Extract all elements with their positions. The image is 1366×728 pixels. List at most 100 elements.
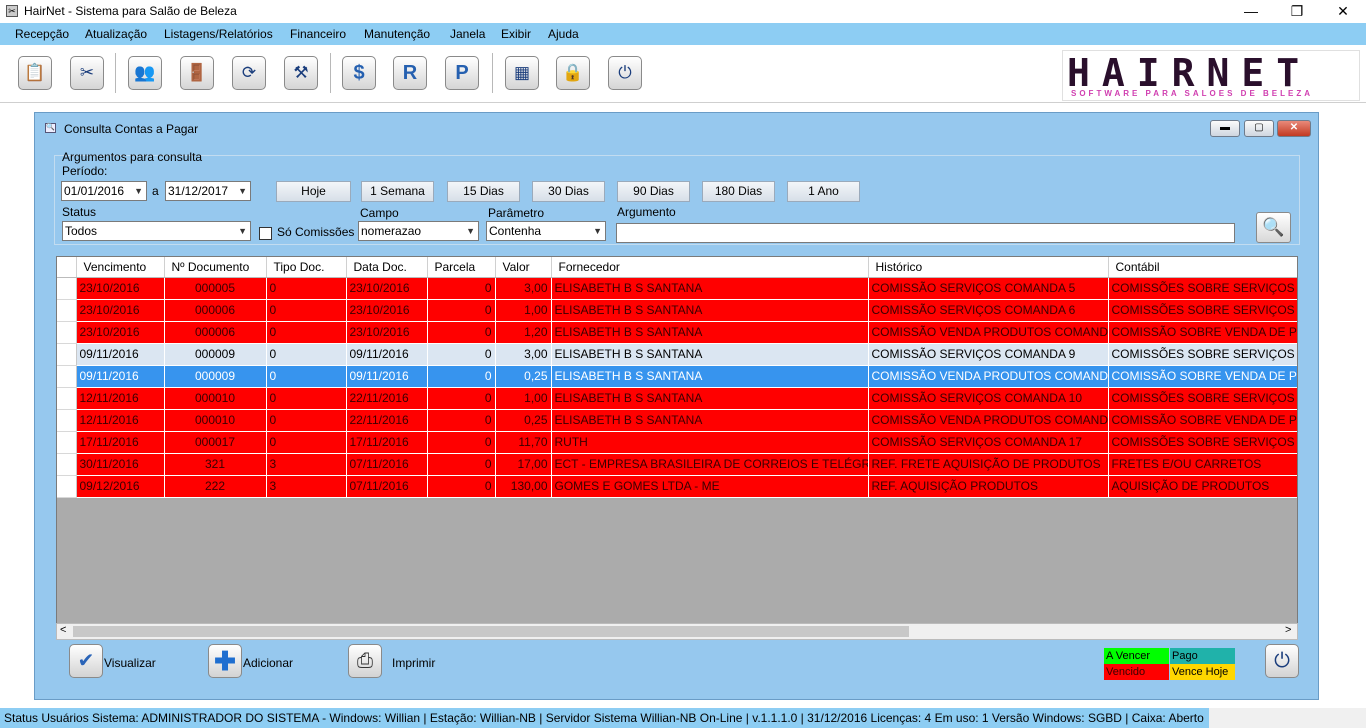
row-indicator[interactable] xyxy=(57,365,77,388)
date-from-picker[interactable]: 01/01/2016 ▼ xyxy=(61,181,147,201)
legend-a-vencer: A Vencer xyxy=(1104,648,1169,664)
cell-parcela: 0 xyxy=(427,453,496,476)
col-contabil[interactable]: Contábil xyxy=(1108,257,1297,278)
table-row[interactable]: 23/10/2016 000006 0 23/10/2016 0 1,00 ELISABET… xyxy=(57,299,1297,322)
imprimir-label[interactable]: Imprimir xyxy=(392,656,435,670)
table-row[interactable]: 23/10/2016 000006 0 23/10/2016 0 1,20 ELISABET… xyxy=(57,321,1297,344)
tools-icon[interactable]: ⚒ xyxy=(284,56,318,90)
cell-valor: 0,25 xyxy=(495,365,552,388)
refresh-icon[interactable]: ⟳ xyxy=(232,56,266,90)
row-indicator[interactable] xyxy=(57,321,77,344)
clipboard-icon[interactable]: 📋 xyxy=(18,56,52,90)
imprimir-button[interactable]: ⎙ xyxy=(348,644,382,678)
col-tipo-doc[interactable]: Tipo Doc. xyxy=(266,257,347,278)
row-indicator[interactable] xyxy=(57,475,77,498)
row-indicator[interactable] xyxy=(57,409,77,432)
col-data-doc[interactable]: Data Doc. xyxy=(346,257,428,278)
minimize-button[interactable]: — xyxy=(1228,0,1274,23)
menu-bar: Recepção Atualização Listagens/Relatório… xyxy=(0,23,1366,45)
col-parcela[interactable]: Parcela xyxy=(427,257,496,278)
child-close-button[interactable]: ✕ xyxy=(1277,120,1311,137)
menu-listagens[interactable]: Listagens/Relatórios xyxy=(164,27,273,41)
lock-icon[interactable]: 🔒 xyxy=(556,56,590,90)
col-fornecedor[interactable]: Fornecedor xyxy=(551,257,869,278)
parametro-value: Contenha xyxy=(489,224,542,238)
1-ano-button[interactable]: 1 Ano xyxy=(787,181,860,202)
col-documento[interactable]: Nº Documento xyxy=(164,257,267,278)
adicionar-label[interactable]: Adicionar xyxy=(243,656,293,670)
chevron-down-icon: ▼ xyxy=(238,226,247,236)
dollar-icon[interactable]: $ xyxy=(342,56,376,90)
menu-atualizacao[interactable]: Atualização xyxy=(85,27,147,41)
scroll-left-arrow[interactable]: < xyxy=(60,624,66,636)
cell-vencimento: 17/11/2016 xyxy=(76,431,165,454)
col-historico[interactable]: Histórico xyxy=(868,257,1109,278)
menu-recepcao[interactable]: Recepção xyxy=(15,27,69,41)
menu-exibir[interactable]: Exibir xyxy=(501,27,531,41)
cell-parcela: 0 xyxy=(427,475,496,498)
cell-fornecedor: ELISABETH B S SANTANA xyxy=(551,277,869,300)
door-icon[interactable]: 🚪 xyxy=(180,56,214,90)
menu-ajuda[interactable]: Ajuda xyxy=(548,27,579,41)
calculator-icon[interactable]: ▦ xyxy=(505,56,539,90)
power-icon[interactable]: ⏻ xyxy=(608,56,642,90)
scissors-icon[interactable]: ✂ xyxy=(70,56,104,90)
parametro-select[interactable]: Contenha ▼ xyxy=(486,221,606,241)
toolbar-separator xyxy=(115,53,116,93)
date-to-picker[interactable]: 31/12/2017 ▼ xyxy=(165,181,251,201)
close-button[interactable]: ✕ xyxy=(1320,0,1366,23)
table-row[interactable]: 23/10/2016 000005 0 23/10/2016 0 3,00 ELISABET… xyxy=(57,277,1297,300)
visualizar-label[interactable]: Visualizar xyxy=(104,656,156,670)
r-icon[interactable]: R xyxy=(393,56,427,90)
table-row[interactable]: 17/11/2016 000017 0 17/11/2016 0 11,70 RUTH COM… xyxy=(57,431,1297,454)
table-row[interactable]: 09/12/2016 222 3 07/11/2016 0 130,00 GOMES E G… xyxy=(57,475,1297,498)
cell-valor: 3,00 xyxy=(495,277,552,300)
visualizar-button[interactable]: ✔ xyxy=(69,644,103,678)
table-row[interactable]: 12/11/2016 000010 0 22/11/2016 0 0,25 ELISABET… xyxy=(57,409,1297,432)
180-dias-button[interactable]: 180 Dias xyxy=(702,181,775,202)
campo-select[interactable]: nomerazao ▼ xyxy=(358,221,479,241)
so-comissoes-checkbox[interactable] xyxy=(259,227,272,240)
p-icon[interactable]: P xyxy=(445,56,479,90)
close-form-button[interactable]: ⏻ xyxy=(1265,644,1299,678)
horizontal-scrollbar[interactable]: < > xyxy=(56,623,1298,640)
menu-janela[interactable]: Janela xyxy=(450,27,485,41)
status-label: Status xyxy=(62,205,97,219)
cell-tipo-doc: 0 xyxy=(266,365,347,388)
child-maximize-button[interactable]: ▢ xyxy=(1244,120,1274,137)
row-indicator[interactable] xyxy=(57,453,77,476)
maximize-button[interactable]: ❐ xyxy=(1274,0,1320,23)
cell-contabil: COMISSÕES SOBRE SERVIÇOS xyxy=(1108,299,1297,322)
status-select[interactable]: Todos ▼ xyxy=(62,221,251,241)
row-indicator[interactable] xyxy=(57,299,77,322)
hoje-button[interactable]: Hoje xyxy=(276,181,351,202)
argumento-input[interactable] xyxy=(616,223,1235,243)
cell-fornecedor: ELISABETH B S SANTANA xyxy=(551,299,869,322)
child-minimize-button[interactable]: ▬ xyxy=(1210,120,1240,137)
scrollbar-thumb[interactable] xyxy=(73,626,909,637)
table-row[interactable]: 09/11/2016 000009 0 09/11/2016 0 3,00 ELISABET… xyxy=(57,343,1297,366)
15-dias-button[interactable]: 15 Dias xyxy=(447,181,520,202)
search-button[interactable]: 🔍 xyxy=(1256,212,1291,243)
row-indicator[interactable] xyxy=(57,431,77,454)
cell-vencimento: 09/11/2016 xyxy=(76,343,165,366)
menu-manutencao[interactable]: Manutenção xyxy=(364,27,430,41)
menu-financeiro[interactable]: Financeiro xyxy=(290,27,346,41)
90-dias-button[interactable]: 90 Dias xyxy=(617,181,690,202)
table-row[interactable]: 09/11/2016 000009 0 09/11/2016 0 0,25 ELISABET… xyxy=(57,365,1297,388)
table-row[interactable]: 30/11/2016 321 3 07/11/2016 0 17,00 ECT - EMPR… xyxy=(57,453,1297,476)
cell-contabil: COMISSÃO SOBRE VENDA DE PRODUTOS xyxy=(1108,321,1297,344)
row-indicator[interactable] xyxy=(57,387,77,410)
cell-fornecedor: RUTH xyxy=(551,431,869,454)
cell-vencimento: 23/10/2016 xyxy=(76,321,165,344)
col-valor[interactable]: Valor xyxy=(495,257,552,278)
adicionar-button[interactable]: ✚ xyxy=(208,644,242,678)
row-indicator[interactable] xyxy=(57,343,77,366)
col-vencimento[interactable]: Vencimento xyxy=(76,257,165,278)
30-dias-button[interactable]: 30 Dias xyxy=(532,181,605,202)
people-icon[interactable]: 👥 xyxy=(128,56,162,90)
table-row[interactable]: 12/11/2016 000010 0 22/11/2016 0 1,00 ELISABET… xyxy=(57,387,1297,410)
scroll-right-arrow[interactable]: > xyxy=(1285,624,1291,636)
1-semana-button[interactable]: 1 Semana xyxy=(361,181,434,202)
row-indicator[interactable] xyxy=(57,277,77,300)
